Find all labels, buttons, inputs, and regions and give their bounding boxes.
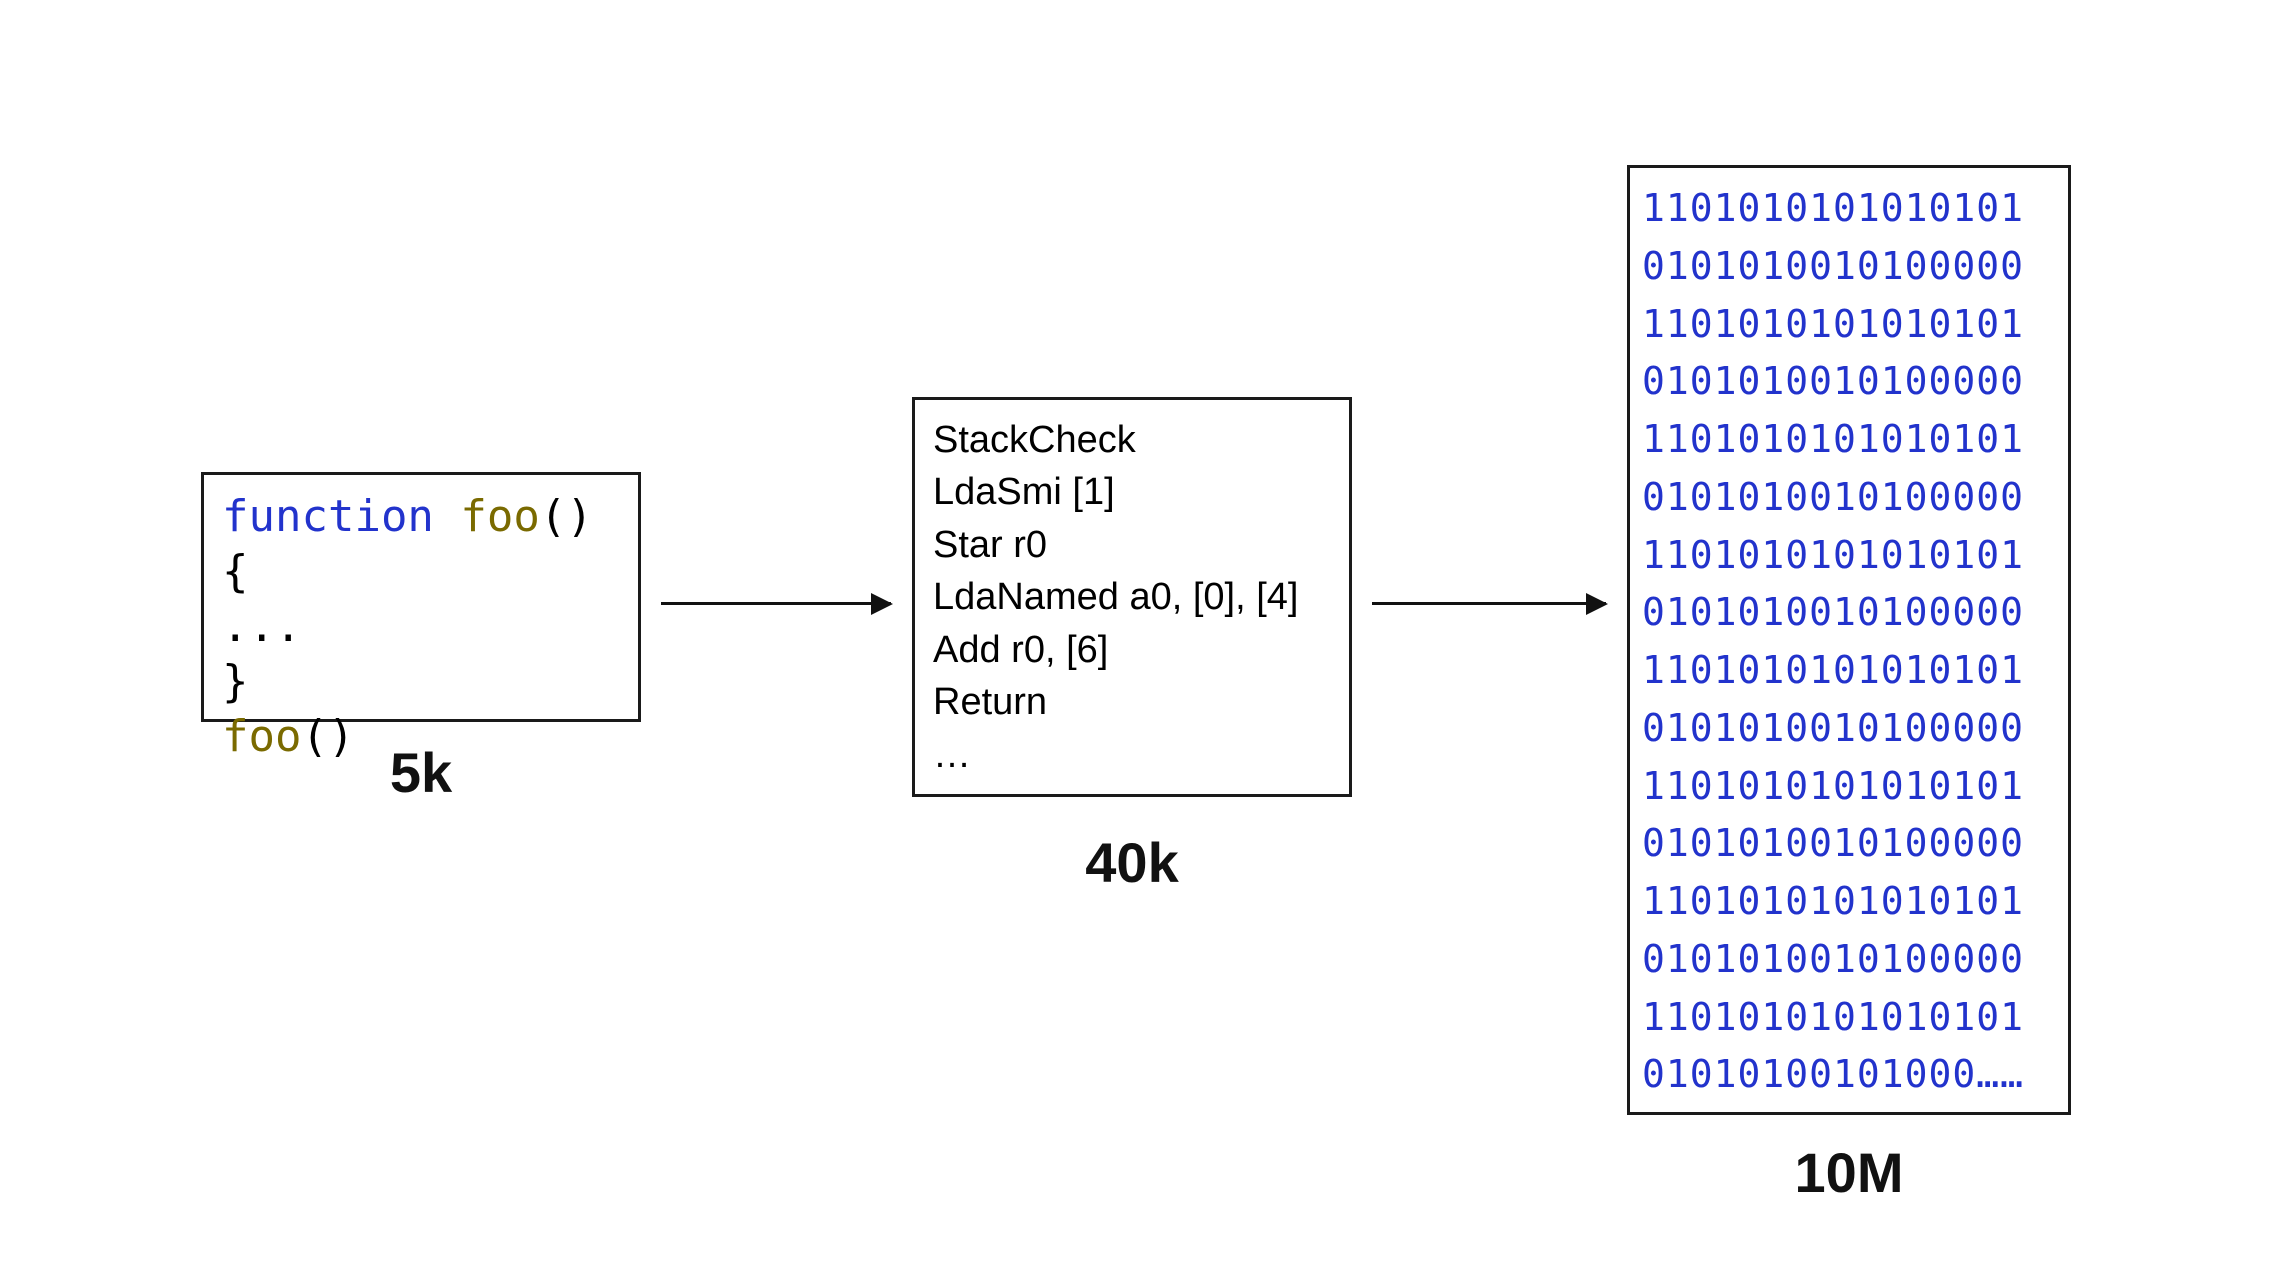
arrow-source-to-bytecode — [661, 602, 891, 605]
machine-line: 01010100101000…… — [1642, 1046, 2056, 1104]
source-code-box: function foo() { ... } foo() — [201, 472, 641, 722]
bytecode-line: LdaNamed a0, [0], [4] — [933, 571, 1331, 623]
machine-code-box: 1101010101010101 0101010010100000 110101… — [1627, 165, 2071, 1115]
bytecode-line: Return — [933, 676, 1331, 728]
bytecode-line: Add r0, [6] — [933, 624, 1331, 676]
function-name-foo: foo — [460, 491, 539, 542]
source-line-3: } — [222, 654, 620, 709]
machine-line: 1101010101010101 — [1642, 989, 2056, 1047]
machine-size-label: 10M — [1627, 1140, 2071, 1205]
machine-line: 1101010101010101 — [1642, 873, 2056, 931]
machine-line: 0101010010100000 — [1642, 238, 2056, 296]
machine-line: 1101010101010101 — [1642, 527, 2056, 585]
machine-line: 0101010010100000 — [1642, 700, 2056, 758]
source-line-2: ... — [222, 599, 620, 654]
arrow-bytecode-to-machine — [1372, 602, 1606, 605]
machine-line: 1101010101010101 — [1642, 296, 2056, 354]
bytecode-size-label: 40k — [912, 830, 1352, 895]
machine-line: 0101010010100000 — [1642, 469, 2056, 527]
machine-line: 1101010101010101 — [1642, 758, 2056, 816]
bytecode-line: LdaSmi [1] — [933, 466, 1331, 518]
machine-line: 1101010101010101 — [1642, 642, 2056, 700]
bytecode-line: StackCheck — [933, 414, 1331, 466]
machine-line: 0101010010100000 — [1642, 353, 2056, 411]
source-size-label: 5k — [201, 740, 641, 805]
source-line-1: function foo() { — [222, 489, 620, 599]
bytecode-line: … — [933, 729, 1331, 781]
machine-line: 0101010010100000 — [1642, 815, 2056, 873]
machine-line: 0101010010100000 — [1642, 931, 2056, 989]
bytecode-box: StackCheck LdaSmi [1] Star r0 LdaNamed a… — [912, 397, 1352, 797]
bytecode-line: Star r0 — [933, 519, 1331, 571]
machine-line: 1101010101010101 — [1642, 180, 2056, 238]
diagram-stage: { "source": { "label": "5k", "line1_kw":… — [0, 0, 2284, 1285]
machine-line: 0101010010100000 — [1642, 584, 2056, 642]
machine-line: 1101010101010101 — [1642, 411, 2056, 469]
keyword-function: function — [222, 491, 434, 542]
